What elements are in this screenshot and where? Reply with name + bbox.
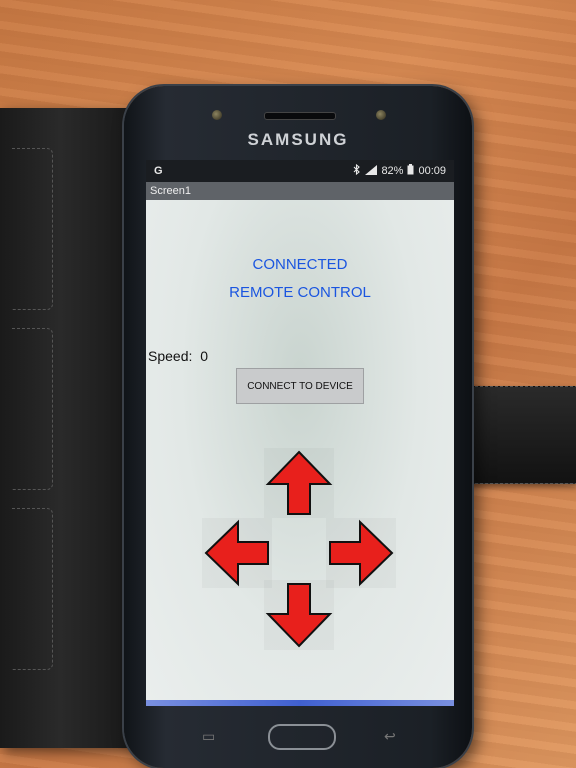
arrow-right-button[interactable] (326, 518, 396, 588)
recents-icon[interactable]: ▭ (202, 728, 215, 745)
app-content: CONNECTED REMOTE CONTROL Speed: 0 CONNEC… (146, 200, 454, 706)
arrow-down-icon (265, 583, 333, 648)
status-bar: G 82% 00:09 (146, 160, 454, 182)
screen-title: Screen1 (150, 185, 191, 197)
earpiece (264, 112, 336, 120)
sensor-icon (212, 110, 222, 120)
speed-readout: Speed: 0 (148, 348, 208, 364)
back-icon[interactable]: ↩ (384, 728, 396, 745)
speed-value: 0 (200, 348, 209, 364)
bottom-edge-strip (146, 700, 454, 706)
arrow-left-icon (204, 519, 269, 587)
brand-logo: SAMSUNG (247, 130, 349, 149)
battery-icon (407, 164, 414, 178)
bluetooth-icon (353, 163, 361, 178)
connection-status: CONNECTED (252, 256, 348, 273)
arrow-right-icon (329, 519, 394, 587)
app-subtitle: REMOTE CONTROL (229, 284, 371, 301)
wallet-pocket (12, 508, 53, 670)
arrow-up-button[interactable] (264, 448, 334, 518)
phone-screen: G 82% 00:09 Screen1 CONNECTED REMOTE CON… (146, 160, 454, 706)
arrow-up-icon (265, 450, 333, 515)
wallet-pocket (12, 328, 53, 490)
battery-percent: 82% (381, 165, 404, 177)
speed-label: Speed: (148, 348, 193, 364)
home-button[interactable] (268, 724, 336, 750)
front-camera-icon (376, 110, 386, 120)
arrow-left-button[interactable] (202, 518, 272, 588)
arrow-down-button[interactable] (264, 580, 334, 650)
phone-body: SAMSUNG G 82% 00:09 Screen1 CONNECTED RE… (124, 86, 472, 768)
wallet-clasp (470, 386, 576, 484)
wallet-pocket (12, 148, 53, 310)
connect-to-device-button[interactable]: CONNECT TO DEVICE (236, 368, 364, 404)
signal-icon (365, 164, 378, 178)
app-titlebar: Screen1 (146, 182, 454, 200)
clock: 00:09 (418, 165, 446, 177)
g-icon: G (154, 165, 163, 177)
